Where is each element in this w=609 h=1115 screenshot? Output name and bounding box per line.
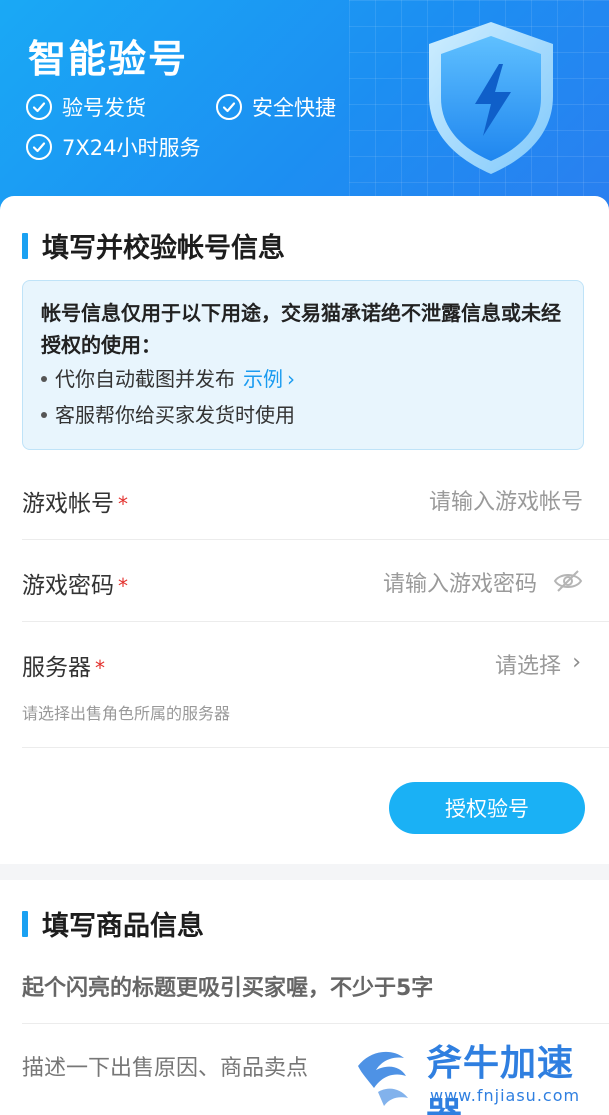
feature-label: 7X24小时服务 [62, 136, 201, 160]
required-mark: * [118, 492, 128, 516]
watermark-url: www.fnjiasu.com [430, 1086, 581, 1105]
section-title-text: 填写并校验帐号信息 [42, 233, 285, 264]
notice-bullet-text: 客服帮你给买家发货时使用 [55, 403, 295, 427]
game-account-input[interactable]: 请输入游戏帐号 [429, 484, 583, 516]
notice-bullet: 代你自动截图并发布 示例 › [41, 361, 565, 397]
check-circle-icon [216, 94, 242, 120]
eye-hidden-icon[interactable] [553, 568, 583, 594]
account-info-card: 填写并校验帐号信息 帐号信息仅用于以下用途，交易猫承诺绝不泄露信息或未经授权的使… [0, 196, 609, 864]
game-account-field[interactable]: 游戏帐号 * 请输入游戏帐号 [22, 458, 609, 540]
game-password-field[interactable]: 游戏密码 * 请输入游戏密码 [22, 540, 609, 622]
section-accent-bar [22, 910, 28, 937]
notice-bullet-text: 代你自动截图并发布 [55, 367, 235, 391]
section-accent-bar [22, 232, 28, 259]
field-label: 服务器 * [22, 655, 105, 681]
feature-item: 7X24小时服务 [26, 132, 200, 162]
brand-logo-icon [358, 1051, 408, 1106]
bullet-dot [41, 412, 47, 418]
section-title: 填写商品信息 [22, 904, 204, 943]
section-title-text: 填写商品信息 [42, 911, 204, 942]
divider [22, 1023, 609, 1024]
server-select[interactable]: 请选择 [495, 648, 561, 680]
hero-banner: 智能验号 验号发货 安全快捷 7X24小时服务 [0, 0, 609, 215]
chevron-right-icon[interactable]: › [287, 361, 295, 397]
feature-label: 安全快捷 [252, 96, 336, 120]
game-password-input[interactable]: 请输入游戏密码 [383, 566, 537, 598]
notice-lead: 帐号信息仅用于以下用途，交易猫承诺绝不泄露信息或未经授权的使用： [41, 301, 561, 357]
field-label: 游戏密码 * [22, 573, 128, 599]
check-circle-icon [26, 94, 52, 120]
check-circle-icon [26, 134, 52, 160]
required-mark: * [95, 656, 105, 680]
feature-item: 安全快捷 [216, 92, 336, 122]
field-label: 游戏帐号 * [22, 491, 128, 517]
example-link[interactable]: 示例 [243, 361, 283, 397]
server-hint: 请选择出售角色所属的服务器 [22, 704, 231, 723]
authorize-verify-button[interactable]: 授权验号 [389, 782, 585, 834]
section-title: 填写并校验帐号信息 [22, 226, 285, 265]
bullet-dot [41, 376, 47, 382]
shield-lightning-icon [429, 22, 553, 174]
product-description-input[interactable]: 描述一下出售原因、商品卖点 [22, 1050, 308, 1082]
feature-item: 验号发货 [26, 92, 146, 122]
required-mark: * [118, 574, 128, 598]
product-title-input[interactable]: 起个闪亮的标题更吸引买家喔，不少于5字 [22, 970, 433, 1002]
watermark: 斧牛加速器 www.fnjiasu.com [340, 1026, 609, 1115]
hero-title: 智能验号 [28, 37, 189, 81]
server-select-field[interactable]: 服务器 * 请选择 › 请选择出售角色所属的服务器 [22, 622, 609, 748]
chevron-right-icon[interactable]: › [572, 650, 581, 675]
notice-bullet: 客服帮你给买家发货时使用 [41, 397, 565, 433]
feature-label: 验号发货 [62, 96, 146, 120]
privacy-notice: 帐号信息仅用于以下用途，交易猫承诺绝不泄露信息或未经授权的使用： 代你自动截图并… [22, 280, 584, 450]
